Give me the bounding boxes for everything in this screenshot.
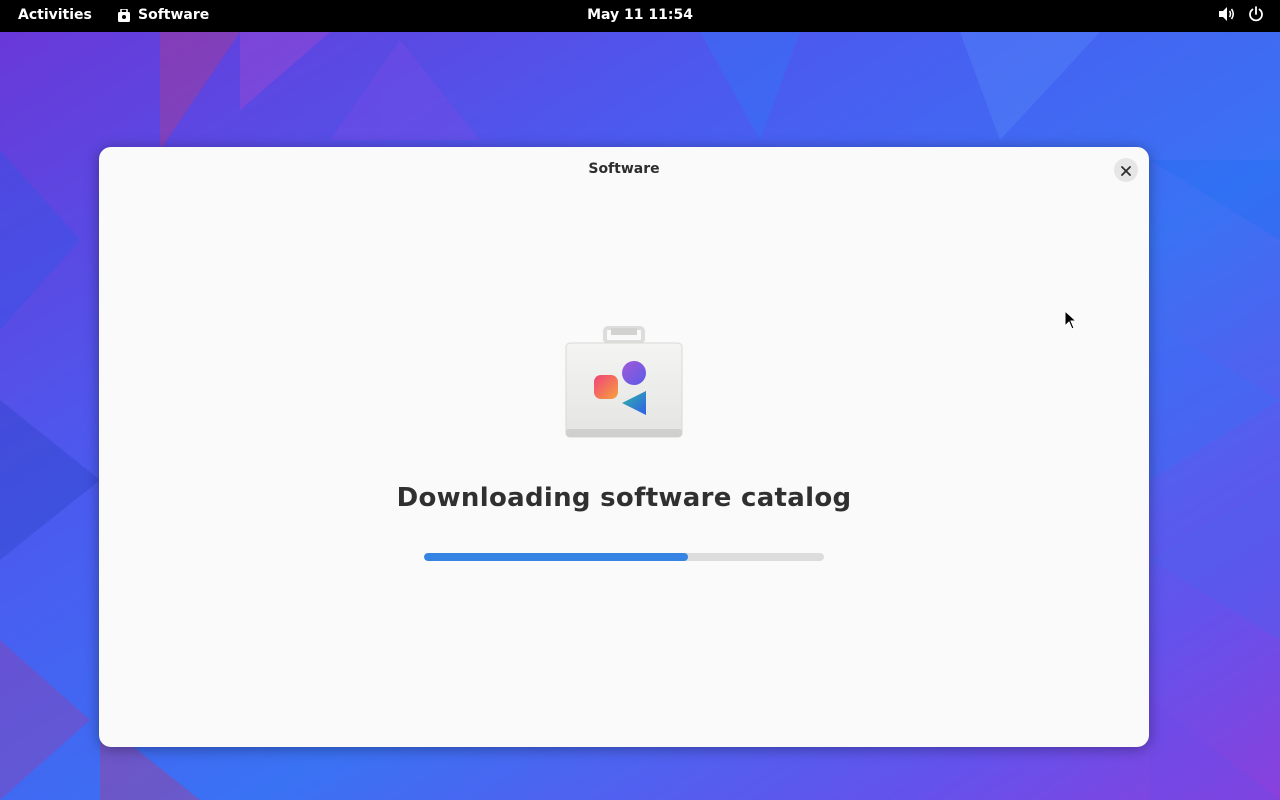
software-window: Software Downloading software catalog xyxy=(99,147,1149,747)
mouse-pointer-icon xyxy=(1064,309,1078,334)
progress-fill xyxy=(424,553,688,561)
download-progress-bar xyxy=(424,553,824,561)
system-status-menu[interactable] xyxy=(1218,6,1264,22)
status-heading: Downloading software catalog xyxy=(396,483,852,513)
top-bar: Activities Software May 11 11:54 xyxy=(0,0,1280,32)
power-icon xyxy=(1248,6,1264,22)
window-title: Software xyxy=(588,161,660,177)
clock[interactable]: May 11 11:54 xyxy=(0,7,1280,23)
software-bag-icon xyxy=(564,325,684,441)
volume-icon xyxy=(1218,6,1236,22)
close-icon xyxy=(1121,161,1131,180)
close-button[interactable] xyxy=(1114,158,1138,182)
